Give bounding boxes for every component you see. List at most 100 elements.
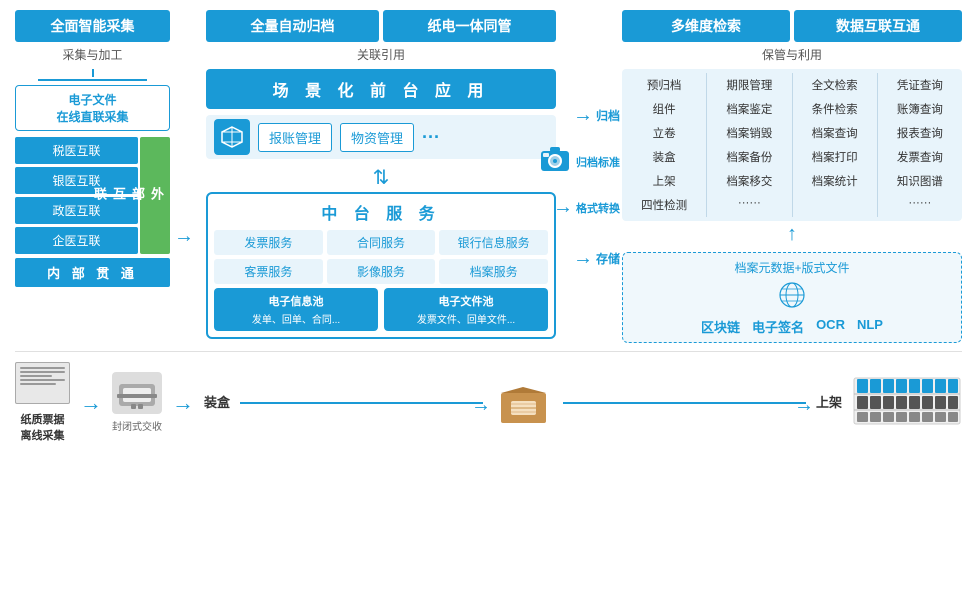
right-headers: 多维度检索 数据互联互通 [622,10,962,42]
flow-arrow-label-3: → 格式转换 [553,196,620,219]
external-box: 外部互联 [140,137,170,254]
bottom-step3-label: 上架 [816,392,842,411]
arrow-col1-col2: → [170,130,198,343]
ri-3-1: 全文检索 [796,73,874,97]
scanner-sub-label: 封闭式交收 [112,418,162,433]
paper-line-5 [20,383,56,385]
service-2: 合同服务 [327,230,436,255]
ri-3-5: 档案统计 [796,169,874,193]
ri-1-2: 组件 [625,97,703,121]
app-item-1: 报账管理 [258,123,332,152]
archive-storage-area: 档案元数据+版式文件 区块链 电子签名 OCR NLP [622,252,962,343]
bottom-scanner: 封闭式交收 [112,372,162,433]
ri-4-6: ······ [881,193,959,213]
paper-line-4 [20,379,65,381]
right-content-grid: 预归档 组件 立卷 装盒 上架 四性检测 期限管理 档案鉴定 档案销毁 档案备份… [622,69,962,221]
scanner-image [112,372,162,414]
ri-4-4: 发票查询 [881,145,959,169]
network-icon-wrapper [631,280,953,313]
col4b-header: 数据互联互通 [794,10,962,42]
ri-4-5: 知识图谱 [881,169,959,193]
ri-2-3: 档案销毁 [710,121,788,145]
flow-label-2: 归档标准 [576,154,620,170]
pool2-sub: 发票文件、回单文件... [390,311,542,326]
internal-external: 税医互联 银医互联 政医互联 企医互联 外部互联 [15,137,170,254]
ri-1-5: 上架 [625,169,703,193]
ri-4-2: 账簿查询 [881,97,959,121]
paper-doc-image [15,362,70,404]
bracket-line-h [38,79,147,81]
bottom-arrow-2: → [172,390,194,416]
service-grid: 发票服务 合同服务 银行信息服务 客票服务 影像服务 档案服务 [214,230,548,284]
up-arrow: ↑ [622,223,962,246]
online-collect-text: 电子文件在线直联采集 [22,91,163,125]
platform-box: 中 台 服 务 发票服务 合同服务 银行信息服务 客票服务 影像服务 档案服务 … [206,192,556,339]
bottom-arrow-tip-2: → [794,394,814,417]
bottom-box-step: 装盒 [204,392,230,414]
main-container: 全面智能采集 采集与加工 电子文件在线直联采集 税医互联 银医互联 政医互联 企… [0,0,977,453]
divider-3 [877,73,878,217]
flow-arrow-4: → [573,247,593,270]
app-row: 报账管理 物资管理 ··· [206,115,556,159]
col1-header: 全面智能采集 [15,10,170,42]
pool-2: 电子文件池 发票文件、回单文件... [384,288,548,331]
bottom-long-arrow-2: → [563,402,806,404]
ri-3-4: 档案打印 [796,145,874,169]
arrow-down-up: ⇅ [206,165,556,190]
bottom-start-label: 纸质票据离线采集 [21,411,65,443]
flow-arrow-label-4: → 存储 [573,247,620,270]
flow-item-1: → 归档 [564,90,622,141]
flow-arrow-1: → [573,104,593,127]
service-5: 影像服务 [327,259,436,284]
middle-headers: 全量自动归档 纸电一体同管 [206,10,556,42]
shelf-container [852,376,962,429]
blockchain-item-3: OCR [816,317,845,336]
right-col-4: 凭证查询 账簿查询 报表查询 发票查询 知识图谱 ······ [881,73,959,217]
col4a-header: 多维度检索 [622,10,790,42]
col-right: 多维度检索 数据互联互通 保管与利用 预归档 组件 立卷 装盒 上架 四性检测 [622,10,962,343]
flow-label-3: 格式转换 [576,200,620,216]
flow-arrow-3: → [553,196,573,219]
blockchain-item-1: 区块链 [701,317,740,336]
ri-1-3: 立卷 [625,121,703,145]
ri-2-5: 档案移交 [710,169,788,193]
bottom-section: 纸质票据离线采集 → 封闭式交收 → 装盒 [15,351,962,443]
ri-3-2: 条件检索 [796,97,874,121]
divider-1 [706,73,707,217]
shelf-svg [852,376,962,426]
pool-1: 电子信息池 发单、回单、合同... [214,288,378,331]
tax-item: 税医互联 [15,137,138,164]
ri-2-1: 期限管理 [710,73,788,97]
ri-3-3: 档案查询 [796,121,874,145]
data-pools: 电子信息池 发单、回单、合同... 电子文件池 发票文件、回单文件... [214,288,548,331]
box-container [493,379,553,427]
ri-2-4: 档案备份 [710,145,788,169]
blockchain-row: 区块链 电子签名 OCR NLP [631,317,953,336]
flow-label-1: 归档 [596,107,620,124]
paper-line-2 [20,371,65,373]
archive-storage-title: 档案元数据+版式文件 [631,259,953,276]
flow-arrow-label-2: 归档标准 [537,143,620,180]
pool1-sub: 发单、回单、合同... [220,311,372,326]
ri-1-4: 装盒 [625,145,703,169]
enterprise-item: 企医互联 [15,227,138,254]
ri-1-6: 四性检测 [625,193,703,217]
app-icon [214,119,250,155]
scene-front-box: 场 景 化 前 台 应 用 [206,69,556,109]
scanner-svg [537,143,573,175]
col2b-header: 纸电一体同管 [383,10,556,42]
ri-4-3: 报表查询 [881,121,959,145]
app-dots: ··· [422,127,440,148]
bottom-start: 纸质票据离线采集 [15,362,70,443]
blockchain-item-4: NLP [857,317,883,336]
right-col-3: 全文检索 条件检索 档案查询 档案打印 档案统计 [796,73,874,217]
top-section: 全面智能采集 采集与加工 电子文件在线直联采集 税医互联 银医互联 政医互联 企… [15,10,962,343]
internal-box: 内 部 贯 通 [15,258,170,287]
scanner-device-svg [115,374,159,412]
flow-item-3: → 格式转换 [564,182,622,233]
divider-2 [792,73,793,217]
flow-arrow-label-1: → 归档 [573,104,620,127]
flow-item-4: → 存储 [564,233,622,284]
right-col-2: 期限管理 档案鉴定 档案销毁 档案备份 档案移交 ······ [710,73,788,217]
ri-4-1: 凭证查询 [881,73,959,97]
